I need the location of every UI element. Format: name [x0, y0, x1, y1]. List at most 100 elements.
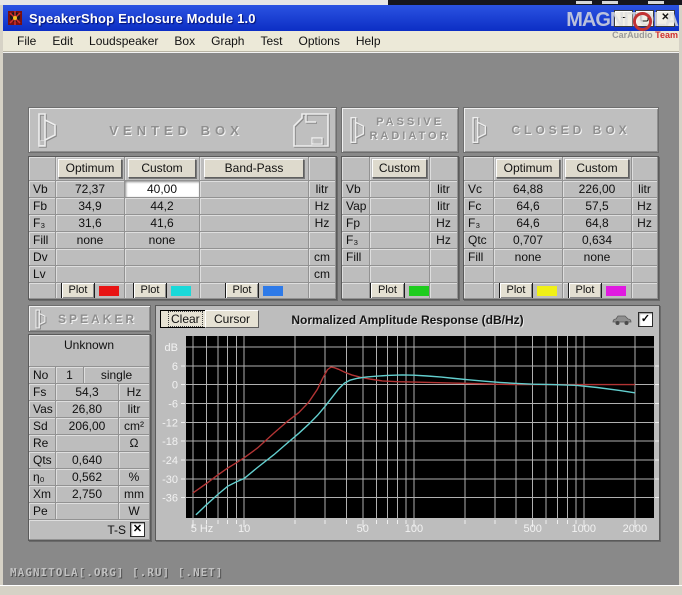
- menu-item-options[interactable]: Options: [290, 32, 347, 50]
- row-label: Qts: [29, 452, 56, 469]
- closed-custom-fill[interactable]: none: [563, 249, 632, 266]
- car-icon[interactable]: [611, 314, 633, 326]
- close-button[interactable]: ✕: [656, 10, 675, 27]
- speaker-qts-value: 0,640: [56, 452, 119, 469]
- background-window-fragment: [602, 1, 618, 4]
- closed-custom-vc[interactable]: 226,00: [563, 181, 632, 198]
- svg-text:0: 0: [172, 380, 178, 392]
- row-unit: Hz: [430, 215, 458, 232]
- vented-optimum-plot-button[interactable]: Plot: [61, 283, 96, 299]
- row-unit: Hz: [309, 215, 336, 232]
- row-label: F₃: [342, 232, 370, 249]
- menu-item-file[interactable]: File: [9, 32, 44, 50]
- vented-custom-fill[interactable]: none: [125, 232, 200, 249]
- speaker-pe-value: [56, 503, 119, 520]
- plot-color-swatch-cyan: [171, 286, 191, 296]
- passive-radiator-banner: PASSIVE RADIATOR: [341, 107, 459, 153]
- closed-optimum-button[interactable]: Optimum: [496, 159, 559, 178]
- svg-text:500: 500: [524, 523, 542, 535]
- graph-panel: Clear Cursor Normalized Amplitude Respon…: [155, 305, 660, 541]
- svg-text:5 Hz: 5 Hz: [191, 523, 214, 535]
- speaker-no-mode[interactable]: single: [84, 367, 149, 383]
- clear-button[interactable]: Clear: [160, 310, 211, 328]
- closed-custom-fc[interactable]: 57,5: [563, 198, 632, 215]
- response-chart: 5 Hz10501005001000200060-6-12-18-24-30-3…: [156, 334, 659, 539]
- row-unit: [309, 232, 336, 249]
- vented-custom-fb[interactable]: 44,2: [125, 198, 200, 215]
- row-unit: Hz: [309, 198, 336, 215]
- closed-optimum-fill: none: [494, 249, 563, 266]
- vented-box-table: Optimum Custom Band-Pass Vb 72,37 40,00 …: [28, 156, 337, 300]
- passive-custom-vb[interactable]: [370, 181, 430, 198]
- vented-custom-dv[interactable]: [125, 249, 200, 266]
- vented-optimum-vb: 72,37: [56, 181, 125, 198]
- menu-item-graph[interactable]: Graph: [203, 32, 252, 50]
- row-label: η₀: [29, 469, 56, 486]
- closed-custom-qtc[interactable]: 0,634: [563, 232, 632, 249]
- vented-bandpass-plot-button[interactable]: Plot: [225, 283, 260, 299]
- speaker-vas-value: 26,80: [56, 401, 119, 418]
- maximize-button[interactable]: ▢: [635, 10, 654, 27]
- row-unit: Ω: [119, 435, 150, 452]
- svg-text:6: 6: [172, 361, 178, 373]
- speaker-name[interactable]: Unknown: [29, 335, 150, 367]
- passive-custom-button[interactable]: Custom: [372, 159, 427, 178]
- plot-color-swatch-green: [409, 286, 429, 296]
- row-label: Re: [29, 435, 56, 452]
- passive-custom-f3[interactable]: [370, 232, 430, 249]
- row-label: Fill: [464, 249, 494, 266]
- closed-custom-plot-button[interactable]: Plot: [568, 283, 603, 299]
- menu-item-test[interactable]: Test: [252, 32, 290, 50]
- row-label: No: [29, 367, 56, 384]
- passive-custom-fill[interactable]: [370, 249, 430, 266]
- closed-custom-f3[interactable]: 64,8: [563, 215, 632, 232]
- plot-color-swatch-blue: [263, 286, 283, 296]
- row-label: F₃: [464, 215, 494, 232]
- passive-custom-vap[interactable]: [370, 198, 430, 215]
- vented-custom-lv[interactable]: [125, 266, 200, 283]
- row-unit: Hz: [119, 384, 150, 401]
- closed-optimum-f3: 64,6: [494, 215, 563, 232]
- speaker-title: SPEAKER: [49, 312, 146, 326]
- vented-custom-f3[interactable]: 41,6: [125, 215, 200, 232]
- closed-custom-button[interactable]: Custom: [565, 159, 628, 178]
- background-window-fragment: [576, 1, 592, 4]
- row-label: Fc: [464, 198, 494, 215]
- svg-text:-12: -12: [162, 417, 178, 429]
- menu-item-loudspeaker[interactable]: Loudspeaker: [81, 32, 166, 50]
- vented-box-icon: [292, 112, 330, 148]
- row-unit: Hz: [632, 215, 658, 232]
- svg-text:1000: 1000: [572, 523, 596, 535]
- speaker-no-value[interactable]: 1: [56, 367, 84, 383]
- vented-custom-plot-button[interactable]: Plot: [133, 283, 168, 299]
- row-label: Xm: [29, 486, 56, 503]
- cursor-button[interactable]: Cursor: [205, 310, 259, 328]
- row-label: Pe: [29, 503, 56, 520]
- row-unit: cm²: [119, 418, 150, 435]
- menu-item-box[interactable]: Box: [166, 32, 203, 50]
- app-icon: [7, 10, 23, 26]
- passive-custom-fp[interactable]: [370, 215, 430, 232]
- vented-bandpass-f3: [200, 215, 309, 232]
- ts-checkbox[interactable]: ✕: [130, 522, 145, 537]
- menu-item-edit[interactable]: Edit: [44, 32, 81, 50]
- vented-custom-vb-input[interactable]: 40,00: [125, 181, 200, 198]
- passive-plot-button[interactable]: Plot: [370, 283, 405, 299]
- speaker-cross-section-icon: [33, 309, 49, 329]
- closed-optimum-plot-button[interactable]: Plot: [499, 283, 534, 299]
- graph-overlay-checkbox[interactable]: ✓: [638, 312, 653, 327]
- svg-text:dB: dB: [165, 342, 178, 354]
- vented-custom-button[interactable]: Custom: [128, 159, 197, 178]
- row-unit: cm: [309, 249, 336, 266]
- closed-box-banner: CLOSED BOX: [463, 107, 659, 153]
- menu-item-help[interactable]: Help: [348, 32, 389, 50]
- row-unit: [632, 249, 658, 266]
- speaker-cross-section-icon: [470, 113, 490, 147]
- svg-text:-6: -6: [168, 399, 178, 411]
- vented-bandpass-button[interactable]: Band-Pass: [204, 159, 303, 178]
- vented-optimum-button[interactable]: Optimum: [58, 159, 121, 178]
- minimize-button[interactable]: –: [614, 10, 633, 27]
- closed-optimum-fc: 64,6: [494, 198, 563, 215]
- row-unit: litr: [309, 181, 336, 198]
- menu-bar: File Edit Loudspeaker Box Graph Test Opt…: [3, 31, 679, 52]
